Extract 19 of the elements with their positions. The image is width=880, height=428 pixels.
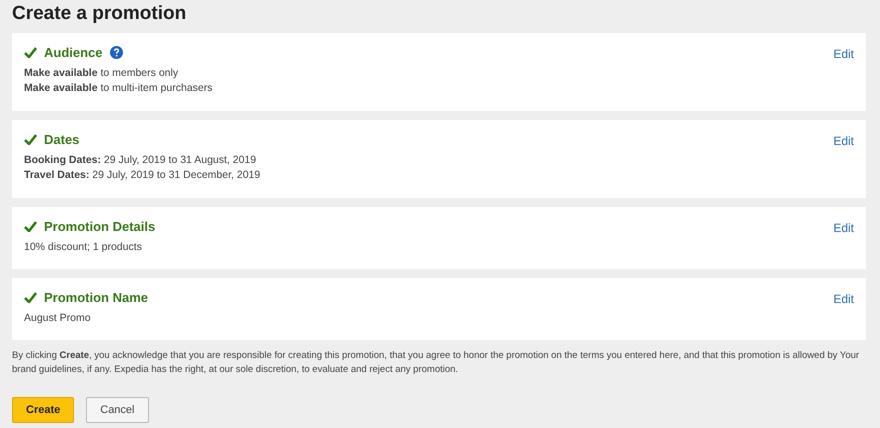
edit-link[interactable]: Edit [833,221,854,235]
section-title: Promotion Details [44,219,156,234]
page-title: Create a promotion [12,2,188,26]
summary-line: 10% discount; 1 products [24,240,143,255]
edit-link[interactable]: Edit [833,292,854,306]
cancel-button[interactable]: Cancel [86,397,148,423]
help-icon[interactable] [110,46,123,59]
section-title: Audience [44,45,103,60]
section-title: Promotion Name [44,290,148,305]
summary-line: August Promo [24,311,92,326]
summary-line: Travel Dates: 29 July, 2019 to 31 December, 2019 [24,168,260,183]
terms-text: By clicking Create, you acknowledge that you are responsible for creating this promotion, that you agree to honor the promotion on the terms you entered here, and that this promotion is allowed by Your brand guidelines, if any. Expedia has the right, at our sole discretion, to evaluate and reject any promotion. [12,349,860,377]
edit-link[interactable]: Edit [833,47,854,61]
summary-line: Make available to members only [24,66,180,81]
summary-line: Make available to multi-item purchasers [24,81,212,96]
edit-link[interactable]: Edit [833,134,854,148]
summary-line: Booking Dates: 29 July, 2019 to 31 August, 2019 [24,153,258,168]
section-title: Dates [44,132,80,147]
create-button[interactable]: Create [12,397,74,423]
